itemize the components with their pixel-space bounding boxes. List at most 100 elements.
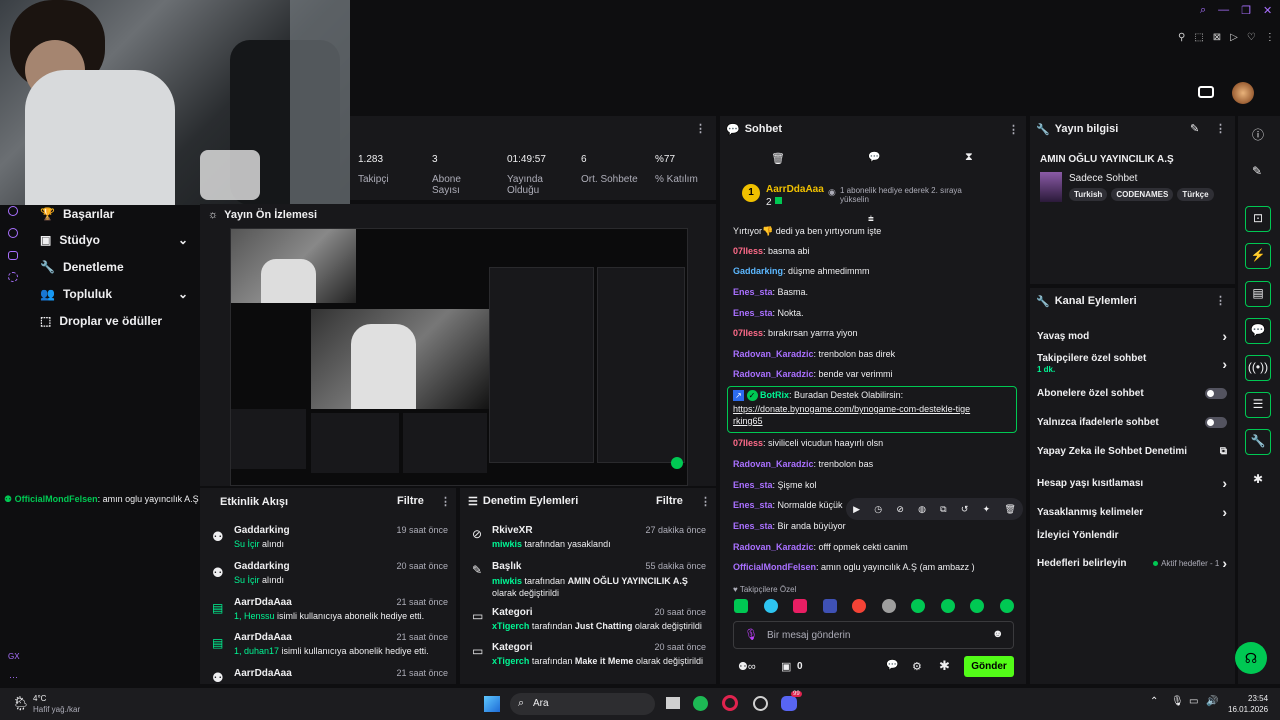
play-icon[interactable]: ▶ <box>853 504 860 515</box>
chat-message[interactable]: Radovan_Karadzic: bende var verimmi <box>733 369 1018 379</box>
activity-menu-icon[interactable]: ⋮ <box>440 495 451 508</box>
preview-video[interactable] <box>230 228 688 486</box>
more-icon[interactable]: ⋮ <box>1265 32 1275 46</box>
theatre-icon[interactable] <box>1198 86 1214 98</box>
play-icon[interactable]: ▷ <box>1230 32 1238 46</box>
chat-bubble-icon[interactable]: 💬 <box>868 152 880 163</box>
mic-icon[interactable]: 🎙 <box>1171 696 1184 707</box>
tray-chevron-icon[interactable]: ⌃ <box>1150 696 1158 707</box>
chat-settings-icon[interactable]: ⚙ <box>912 660 922 673</box>
save-icon[interactable]: ⊠ <box>1213 32 1221 46</box>
mic-icon[interactable]: 🎙 <box>744 628 758 641</box>
edit-icon[interactable]: ✎ <box>1190 122 1199 135</box>
rail-clock-icon[interactable] <box>8 228 18 238</box>
stats-menu-icon[interactable]: ⋮ <box>695 122 706 135</box>
crop-icon[interactable]: ⬚ <box>1194 32 1203 46</box>
chat-message[interactable]: 07Iless: siviliceli vicudun haayırlı ols… <box>733 438 1018 448</box>
opera-gx-icon[interactable] <box>722 695 738 711</box>
sidebar-notes-button[interactable]: ▤ <box>1245 281 1271 307</box>
pin-icon[interactable]: ⚲ <box>1178 32 1185 46</box>
avatar[interactable] <box>1232 82 1254 104</box>
chat-message[interactable]: 07Iless: bırakırsan yarrra yiyon <box>733 328 1018 338</box>
stream-info-menu-icon[interactable]: ⋮ <box>1215 122 1226 135</box>
emote-icon[interactable] <box>911 599 926 613</box>
tag[interactable]: CODENAMES <box>1111 188 1174 201</box>
emote-icon[interactable] <box>734 599 748 613</box>
category-thumbnail[interactable] <box>1040 172 1062 202</box>
chat-message[interactable]: Radovan_Karadzic: trenbolon bas direk <box>733 349 1018 359</box>
subscribers-only-toggle[interactable] <box>1205 388 1227 399</box>
collapse-icon[interactable]: ⩧ <box>868 214 874 225</box>
weather-icon[interactable]: 🌦 <box>12 695 30 712</box>
rail-chat-icon[interactable] <box>8 251 18 260</box>
tag[interactable]: Türkçe <box>1177 188 1214 201</box>
sidebar-bolt-button[interactable]: ⚡ <box>1245 243 1271 269</box>
taskbar-search[interactable]: ⌕ Ara <box>510 693 655 715</box>
emote-icon[interactable] <box>999 599 1014 613</box>
help-button[interactable]: ☊ <box>1235 642 1267 674</box>
emote-icon[interactable] <box>822 599 837 613</box>
action-goals[interactable]: Hedefleri belirleyin Aktif hedefler - 1 › <box>1037 555 1227 571</box>
network-icon[interactable]: ▭ <box>1189 696 1198 707</box>
action-redirect-viewers[interactable]: İzleyici Yönlendir <box>1037 530 1227 541</box>
clock-date[interactable]: 16.01.2026 <box>1228 705 1268 714</box>
emoji-icon[interactable]: ☻ <box>992 628 1004 640</box>
action-banned-words[interactable]: Yasaklanmış kelimeler › <box>1037 504 1227 520</box>
nav-basarilar[interactable]: 🏆 Başarılar <box>40 207 114 221</box>
chat-message[interactable]: Gaddarking: düşme ahmedimmm <box>733 266 1018 276</box>
chat-message[interactable]: Radovan_Karadzic: offf opmek cekti canim <box>733 542 1018 552</box>
chat-message[interactable]: Yırtıyor👎 dedi ya ben yırtıyorum işte <box>733 226 1018 237</box>
ban-icon[interactable]: ⊘ <box>896 504 904 515</box>
pin-icon[interactable]: ✦ <box>983 504 991 515</box>
rail-circle-icon[interactable] <box>8 206 18 216</box>
discord-icon[interactable] <box>781 696 797 711</box>
action-followers-only[interactable]: Takipçilere özel sohbet 1 dk. › <box>1037 353 1227 375</box>
emote-icon[interactable] <box>940 599 955 613</box>
volume-icon[interactable]: 🔊 <box>1206 696 1218 707</box>
chat-message[interactable]: Radovan_Karadzic: trenbolon bas <box>733 459 1018 469</box>
sidebar-more-icon[interactable]: ✱ <box>1253 472 1263 486</box>
emote-icon[interactable] <box>852 599 867 613</box>
tag[interactable]: Turkish <box>1069 188 1108 201</box>
heart-icon[interactable]: ♡ <box>1247 32 1256 46</box>
pencil-icon[interactable]: ✎ <box>1252 164 1262 178</box>
timeout-icon[interactable]: ◷ <box>874 504 882 515</box>
close-icon[interactable]: ✕ <box>1263 4 1272 20</box>
weather-desc[interactable]: Hafif yağ./kar <box>33 705 80 714</box>
sidebar-wrench-button[interactable]: 🔧 <box>1245 429 1271 455</box>
emote-icon[interactable] <box>763 599 778 613</box>
weather-temp[interactable]: 4°C <box>33 694 46 703</box>
action-subscribers-only[interactable]: Abonelere özel sohbet <box>1037 388 1227 399</box>
mod-filter-button[interactable]: Filtre <box>656 495 683 507</box>
undo-icon[interactable]: ↺ <box>961 504 969 515</box>
chat-message[interactable]: Enes_sta: Bir anda büyüyor <box>733 521 1018 531</box>
chat-message[interactable]: OfficialMondFelsen: amın oglu yayıncılık… <box>733 562 1018 572</box>
chat-message[interactable]: Enes_sta: Basma. <box>733 287 1018 297</box>
chat-menu-icon[interactable]: ⋮ <box>1008 123 1019 136</box>
category-name[interactable]: Sadece Sohbet <box>1069 173 1137 184</box>
botrix-message[interactable]: ↗ ✓ BotRix: Buradan Destek Olabilirsin: … <box>727 386 1017 433</box>
hourglass-icon[interactable]: ⧗ <box>965 151 973 164</box>
pinned-leaderboard[interactable]: 1 AarrDdaAaa 2 ◉ 1 abonelik hediye edere… <box>736 178 1021 214</box>
spotify-icon[interactable] <box>693 696 708 711</box>
nav-topluluk[interactable]: 👥 Topluluk ⌄ <box>40 287 188 301</box>
chat-message[interactable]: Enes_sta: Şişme kol <box>733 480 1018 490</box>
windows-start-icon[interactable] <box>484 696 500 712</box>
trash-icon[interactable]: 🗑 <box>771 152 785 165</box>
mod-view-icon[interactable]: ✱ <box>939 658 950 674</box>
activity-filter-button[interactable]: Filtre <box>397 495 424 507</box>
chat-message[interactable]: Enes_sta: Nokta. <box>733 308 1018 318</box>
action-emote-only[interactable]: Yalnızca ifadelerle sohbet <box>1037 417 1227 428</box>
info-icon[interactable]: ⓘ <box>1252 126 1264 143</box>
sidebar-chat-button[interactable]: 💬 <box>1245 318 1271 344</box>
emote-only-toggle[interactable] <box>1205 417 1227 428</box>
sidebar-camera-button[interactable]: ⊡ <box>1245 206 1271 232</box>
minimize-icon[interactable]: — <box>1218 4 1229 20</box>
restore-icon[interactable]: ❐ <box>1241 4 1251 20</box>
emote-icon[interactable] <box>793 599 808 613</box>
reply-icon[interactable]: ◍ <box>918 504 926 515</box>
more-icon[interactable]: ··· <box>9 672 18 682</box>
nav-denetleme[interactable]: 🔧 Denetleme <box>40 260 124 274</box>
channel-actions-menu-icon[interactable]: ⋮ <box>1215 294 1226 307</box>
delete-icon[interactable]: 🗑 <box>1004 504 1015 515</box>
